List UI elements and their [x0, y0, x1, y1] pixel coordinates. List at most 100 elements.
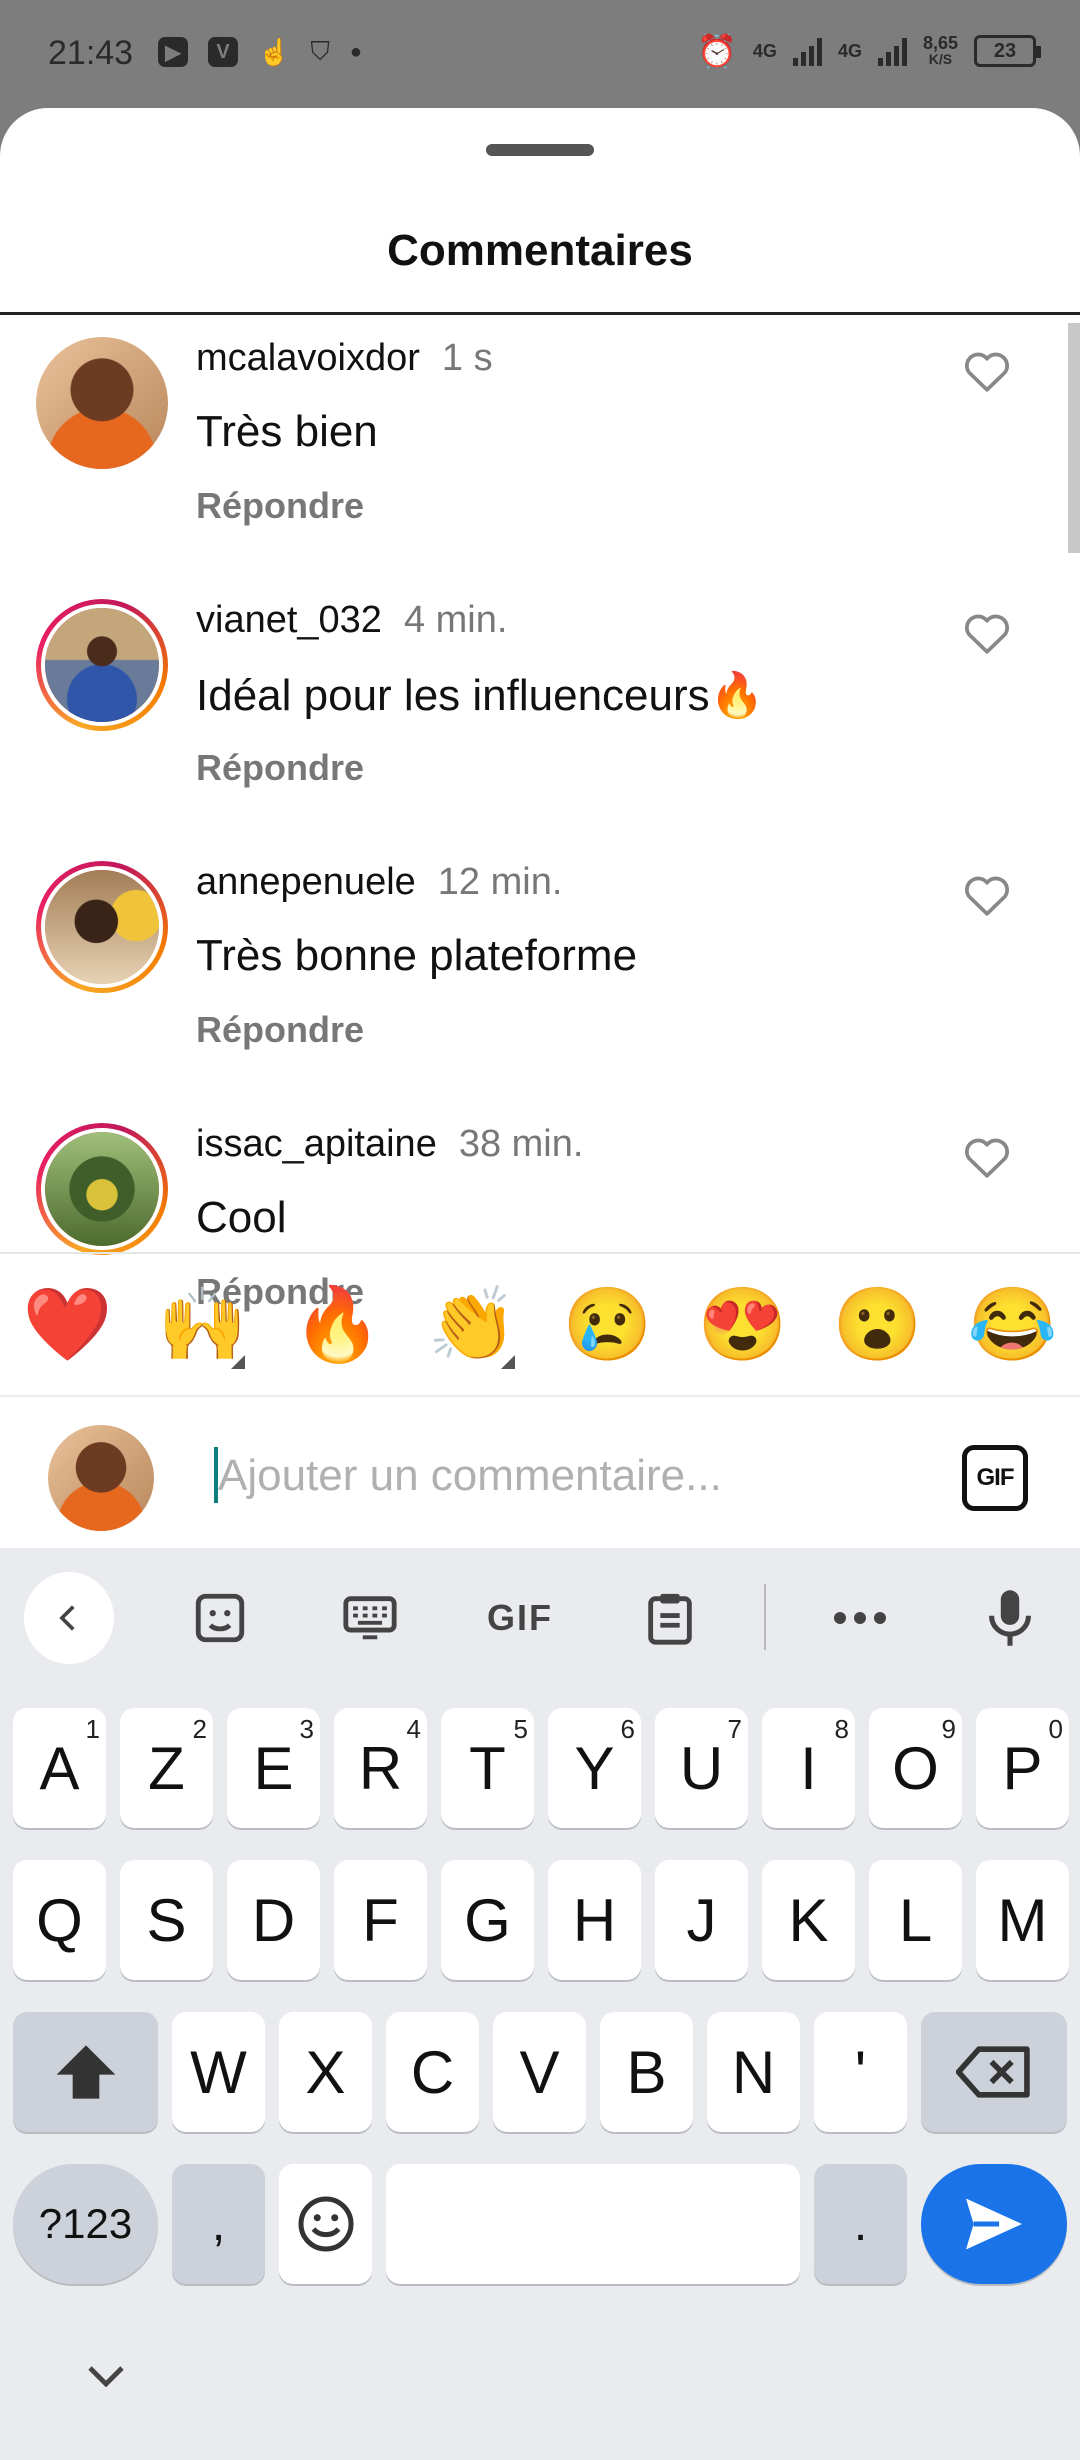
key-q[interactable]: Q — [13, 1860, 106, 1980]
key-hint: 7 — [727, 1714, 742, 1744]
dot-icon: ● — [349, 40, 362, 63]
key-m[interactable]: M — [976, 1860, 1069, 1980]
emoji-heart[interactable]: ❤️ — [18, 1282, 118, 1367]
key-label: Z — [148, 1734, 185, 1802]
key-s[interactable]: S — [120, 1860, 213, 1980]
key-a[interactable]: A1 — [13, 1708, 106, 1828]
symbols-key[interactable]: ?123 — [13, 2164, 158, 2284]
collapse-toolbar-button[interactable] — [24, 1572, 114, 1664]
keyboard-switch-button[interactable] — [330, 1572, 410, 1664]
key-g[interactable]: G — [441, 1860, 534, 1980]
avatar-image — [41, 604, 163, 726]
heart-icon[interactable] — [962, 871, 1012, 917]
net-speed-unit: K/S — [928, 51, 953, 67]
key-i[interactable]: I8 — [762, 1708, 855, 1828]
clipboard-button[interactable] — [630, 1572, 710, 1664]
keyboard-icon — [343, 1596, 397, 1640]
key-x[interactable]: X — [279, 2012, 372, 2132]
heart-icon[interactable] — [962, 1133, 1012, 1179]
comment-input[interactable] — [218, 1441, 918, 1511]
heart-icon[interactable] — [962, 609, 1012, 655]
key-b[interactable]: B — [600, 2012, 693, 2132]
smiley-icon — [298, 2196, 353, 2252]
avatar[interactable] — [36, 337, 168, 469]
comment-composer: GIF — [0, 1395, 1080, 1548]
more-options-button[interactable] — [820, 1572, 900, 1664]
gif-button[interactable]: GIF — [962, 1445, 1028, 1511]
avatar[interactable] — [36, 1123, 168, 1255]
period-key[interactable]: . — [814, 2164, 907, 2284]
key-k[interactable]: K — [762, 1860, 855, 1980]
send-icon — [966, 2198, 1022, 2250]
avatar[interactable] — [36, 861, 168, 993]
reply-button[interactable]: Répondre — [196, 747, 364, 789]
key-label: P — [1002, 1734, 1043, 1802]
emoji-heart-eyes[interactable]: 😍 — [693, 1282, 793, 1367]
emoji-clapping[interactable]: 👏 — [423, 1282, 523, 1369]
comment-username[interactable]: issac_apitaine — [196, 1123, 437, 1165]
hide-keyboard-button[interactable] — [86, 2364, 126, 2393]
reply-button[interactable]: Répondre — [196, 1009, 364, 1051]
comment-text: Très bonne plateforme — [196, 931, 638, 980]
key-label: Y — [574, 1734, 615, 1802]
battery-level: 23 — [993, 39, 1017, 62]
comment-list[interactable]: mcalavoixdor 1 s Très bien Répondre viane… — [0, 315, 1080, 1360]
comment-username[interactable]: vianet_032 — [196, 599, 382, 641]
gif-keyboard-button[interactable]: GIF — [470, 1572, 570, 1664]
emoji-crying[interactable]: 😢 — [558, 1282, 658, 1367]
key-l[interactable]: L — [869, 1860, 962, 1980]
avatar[interactable] — [36, 599, 168, 731]
net-speed: 8,65 K/S — [923, 34, 958, 67]
key-w[interactable]: W — [172, 2012, 265, 2132]
battery-icon: 23 — [974, 35, 1041, 67]
comment-username[interactable]: mcalavoixdor — [196, 337, 420, 379]
key-h[interactable]: H — [548, 1860, 641, 1980]
key-n[interactable]: N — [707, 2012, 800, 2132]
chevron-left-icon — [59, 1605, 75, 1631]
signal-icon — [792, 36, 822, 66]
heart-icon[interactable] — [962, 347, 1012, 393]
key-v[interactable]: V — [493, 2012, 586, 2132]
comma-key[interactable]: , — [172, 2164, 265, 2284]
emoji-key[interactable] — [279, 2164, 372, 2284]
shield-icon: ⛉ — [310, 36, 330, 66]
key-apostrophe[interactable]: ' — [814, 2012, 907, 2132]
sticker-button[interactable] — [180, 1572, 260, 1664]
send-key[interactable] — [921, 2164, 1067, 2284]
emoji-raised-hands[interactable]: 🙌 — [153, 1282, 253, 1369]
key-f[interactable]: F — [334, 1860, 427, 1980]
key-z[interactable]: Z2 — [120, 1708, 213, 1828]
system-icons: ⏰ 4G 4G 8,65 K/S 23 — [697, 32, 1041, 70]
backspace-key[interactable] — [921, 2012, 1067, 2132]
alarm-icon: ⏰ — [697, 33, 737, 69]
key-d[interactable]: D — [227, 1860, 320, 1980]
status-time: 21:43 — [48, 34, 134, 72]
key-u[interactable]: U7 — [655, 1708, 748, 1828]
comment-username[interactable]: annepenuele — [196, 861, 416, 903]
key-j[interactable]: J — [655, 1860, 748, 1980]
video-app-icon: ▶ — [158, 37, 188, 67]
reply-button[interactable]: Répondre — [196, 485, 364, 527]
avatar-image — [41, 1128, 163, 1250]
key-r[interactable]: R4 — [334, 1708, 427, 1828]
emoji-tears-of-joy[interactable]: 😂 — [963, 1282, 1063, 1367]
key-y[interactable]: Y6 — [548, 1708, 641, 1828]
shift-key[interactable] — [13, 2012, 158, 2132]
key-c[interactable]: C — [386, 2012, 479, 2132]
emoji-surprised[interactable]: 😮 — [828, 1282, 928, 1367]
key-p[interactable]: P0 — [976, 1708, 1069, 1828]
comment-header: mcalavoixdor 1 s — [196, 337, 493, 380]
key-hint: 2 — [192, 1714, 207, 1744]
voice-input-button[interactable] — [970, 1572, 1050, 1664]
drag-handle[interactable] — [486, 144, 594, 156]
key-e[interactable]: E3 — [227, 1708, 320, 1828]
notification-icons: ▶ V ☝ ⛉ ● — [158, 36, 362, 68]
emoji-fire[interactable]: 🔥 — [288, 1282, 388, 1367]
status-bar: 21:43 ▶ V ☝ ⛉ ● ⏰ 4G 4G 8,65 K/S 23 — [0, 0, 1080, 110]
spacebar[interactable] — [386, 2164, 800, 2284]
key-label: O — [892, 1734, 939, 1802]
key-t[interactable]: T5 — [441, 1708, 534, 1828]
key-o[interactable]: O9 — [869, 1708, 962, 1828]
key-hint: 5 — [513, 1714, 528, 1744]
my-avatar — [48, 1425, 154, 1531]
